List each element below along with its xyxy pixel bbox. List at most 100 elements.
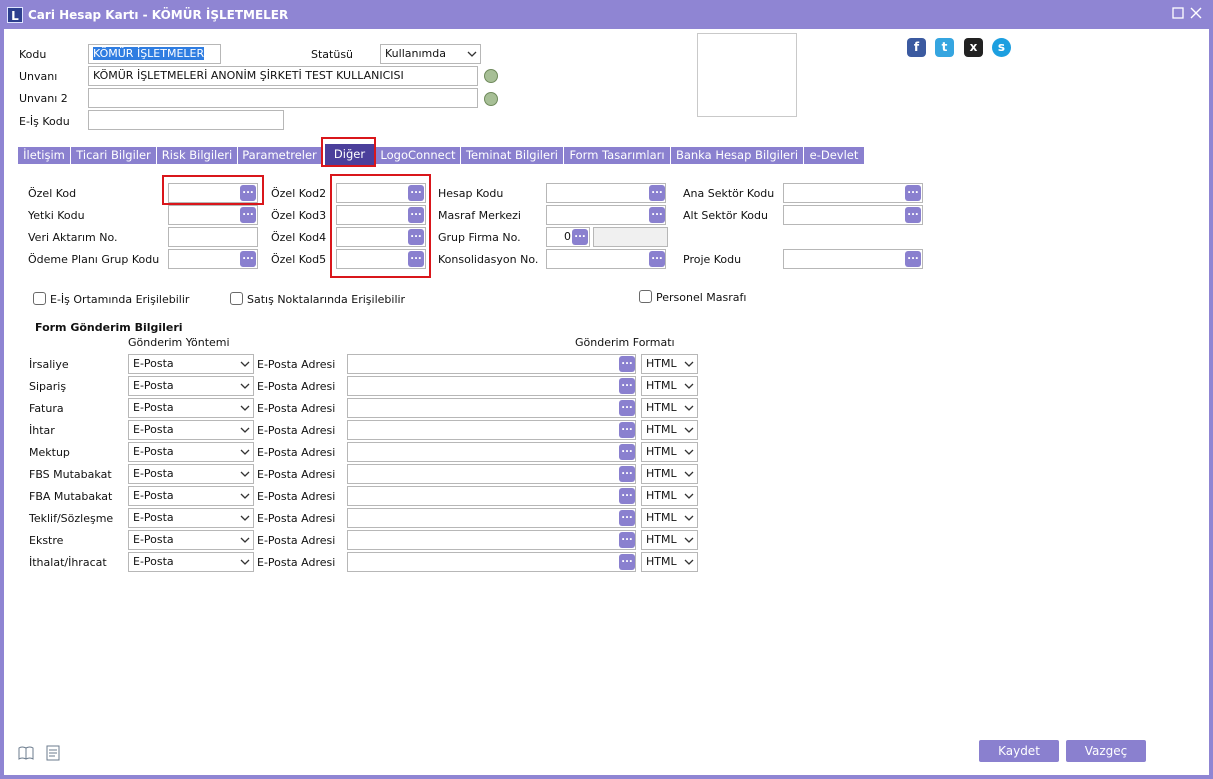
form-row-label: İthalat/İhracat bbox=[29, 556, 107, 569]
unvani-field[interactable]: KÖMÜR İŞLETMELERİ ANONİM ŞİRKETİ TEST KU… bbox=[88, 66, 478, 86]
close-icon[interactable] bbox=[1188, 6, 1204, 22]
globe-icon[interactable] bbox=[484, 69, 498, 83]
email-lookup-button[interactable]: ... bbox=[619, 356, 635, 372]
unvani2-field[interactable] bbox=[88, 88, 478, 108]
email-lookup-button[interactable]: ... bbox=[619, 532, 635, 548]
unvani2-label: Unvanı 2 bbox=[19, 92, 68, 105]
email-lookup-button[interactable]: ... bbox=[619, 466, 635, 482]
konsolidasyon-label: Konsolidasyon No. bbox=[438, 253, 539, 266]
masraf-merkezi-field[interactable] bbox=[546, 205, 666, 225]
method-select[interactable]: E-Posta bbox=[128, 398, 254, 418]
grup-firma-lookup-button[interactable]: ... bbox=[572, 229, 588, 245]
eis-checkbox[interactable] bbox=[33, 292, 46, 305]
email-lookup-button[interactable]: ... bbox=[619, 554, 635, 570]
format-select[interactable]: HTML bbox=[641, 508, 698, 528]
cancel-button[interactable]: Vazgeç bbox=[1066, 740, 1146, 762]
email-lookup-button[interactable]: ... bbox=[619, 378, 635, 394]
yetki-kodu-lookup-button[interactable]: ... bbox=[240, 207, 256, 223]
alt-sektor-field[interactable] bbox=[783, 205, 923, 225]
email-lookup-button[interactable]: ... bbox=[619, 400, 635, 416]
document-icon[interactable] bbox=[46, 745, 60, 761]
email-field[interactable] bbox=[347, 420, 636, 440]
email-field[interactable] bbox=[347, 530, 636, 550]
method-select[interactable]: E-Posta bbox=[128, 530, 254, 550]
format-select[interactable]: HTML bbox=[641, 464, 698, 484]
proje-kodu-field[interactable] bbox=[783, 249, 923, 269]
email-lookup-button[interactable]: ... bbox=[619, 422, 635, 438]
tab-ticari-bilgiler[interactable]: Ticari Bilgiler bbox=[71, 147, 157, 164]
hesap-kodu-field[interactable] bbox=[546, 183, 666, 203]
personel-checkbox[interactable] bbox=[639, 290, 652, 303]
form-row-label: FBS Mutabakat bbox=[29, 468, 112, 481]
tab-teminat-bilgileri[interactable]: Teminat Bilgileri bbox=[461, 147, 564, 164]
tab-risk-bilgileri[interactable]: Risk Bilgileri bbox=[157, 147, 238, 164]
maximize-icon[interactable] bbox=[1170, 6, 1186, 22]
kodu-field[interactable]: KÖMÜR İŞLETMELER bbox=[88, 44, 221, 64]
tab-form-tasarimlari[interactable]: Form Tasarımları bbox=[564, 147, 671, 164]
ana-sektor-lookup-button[interactable]: ... bbox=[905, 185, 921, 201]
method-select[interactable]: E-Posta bbox=[128, 552, 254, 572]
form-row-label: FBA Mutabakat bbox=[29, 490, 113, 503]
email-lookup-button[interactable]: ... bbox=[619, 488, 635, 504]
form-row-label: Teklif/Sözleşme bbox=[29, 512, 114, 525]
email-field[interactable] bbox=[347, 464, 636, 484]
konsolidasyon-lookup-button[interactable]: ... bbox=[649, 251, 665, 267]
statusu-select[interactable]: Kullanımda bbox=[380, 44, 481, 64]
email-lookup-button[interactable]: ... bbox=[619, 510, 635, 526]
tab-parametreler[interactable]: Parametreler bbox=[238, 147, 322, 164]
form-row-label: İrsaliye bbox=[29, 358, 69, 371]
email-field[interactable] bbox=[347, 508, 636, 528]
statusu-label: Statüsü bbox=[311, 48, 354, 61]
alt-sektor-lookup-button[interactable]: ... bbox=[905, 207, 921, 223]
email-field[interactable] bbox=[347, 552, 636, 572]
email-field[interactable] bbox=[347, 398, 636, 418]
email-lookup-button[interactable]: ... bbox=[619, 444, 635, 460]
konsolidasyon-field[interactable] bbox=[546, 249, 666, 269]
method-select[interactable]: E-Posta bbox=[128, 420, 254, 440]
image-placeholder[interactable] bbox=[697, 33, 797, 117]
method-select[interactable]: E-Posta bbox=[128, 442, 254, 462]
format-select[interactable]: HTML bbox=[641, 376, 698, 396]
email-field[interactable] bbox=[347, 442, 636, 462]
format-select[interactable]: HTML bbox=[641, 420, 698, 440]
email-field[interactable] bbox=[347, 486, 636, 506]
format-select[interactable]: HTML bbox=[641, 530, 698, 550]
ana-sektor-field[interactable] bbox=[783, 183, 923, 203]
book-icon[interactable] bbox=[18, 746, 34, 760]
method-select[interactable]: E-Posta bbox=[128, 508, 254, 528]
tab-iletisim[interactable]: İletişim bbox=[18, 147, 71, 164]
format-select[interactable]: HTML bbox=[641, 486, 698, 506]
eis-kodu-field[interactable] bbox=[88, 110, 284, 130]
tab-logoconnect[interactable]: LogoConnect bbox=[376, 147, 461, 164]
satis-checkbox[interactable] bbox=[230, 292, 243, 305]
email-field[interactable] bbox=[347, 376, 636, 396]
email-label: E-Posta Adresi bbox=[257, 380, 336, 393]
linkedin-icon[interactable]: x bbox=[964, 38, 983, 57]
veri-aktarim-field[interactable] bbox=[168, 227, 258, 247]
format-select[interactable]: HTML bbox=[641, 442, 698, 462]
email-field[interactable] bbox=[347, 354, 636, 374]
save-button[interactable]: Kaydet bbox=[979, 740, 1059, 762]
format-select[interactable]: HTML bbox=[641, 398, 698, 418]
form-row-label: İhtar bbox=[29, 424, 55, 437]
format-select[interactable]: HTML bbox=[641, 552, 698, 572]
proje-kodu-lookup-button[interactable]: ... bbox=[905, 251, 921, 267]
method-select[interactable]: E-Posta bbox=[128, 464, 254, 484]
tab-e-devlet[interactable]: e-Devlet bbox=[804, 147, 864, 164]
hesap-kodu-lookup-button[interactable]: ... bbox=[649, 185, 665, 201]
method-select[interactable]: E-Posta bbox=[128, 486, 254, 506]
ozel-kod2-label: Özel Kod2 bbox=[271, 187, 327, 200]
method-select[interactable]: E-Posta bbox=[128, 376, 254, 396]
twitter-icon[interactable]: t bbox=[935, 38, 954, 57]
skype-icon[interactable]: s bbox=[992, 38, 1011, 57]
masraf-merkezi-lookup-button[interactable]: ... bbox=[649, 207, 665, 223]
odeme-plani-lookup-button[interactable]: ... bbox=[240, 251, 256, 267]
method-select[interactable]: E-Posta bbox=[128, 354, 254, 374]
ozel-kod4-label: Özel Kod4 bbox=[271, 231, 327, 244]
facebook-icon[interactable]: f bbox=[907, 38, 926, 57]
grup-firma-name-field bbox=[593, 227, 668, 247]
format-select[interactable]: HTML bbox=[641, 354, 698, 374]
globe-icon-2[interactable] bbox=[484, 92, 498, 106]
form-row-label: Sipariş bbox=[29, 380, 67, 393]
tab-banka-hesap-bilgileri[interactable]: Banka Hesap Bilgileri bbox=[671, 147, 804, 164]
